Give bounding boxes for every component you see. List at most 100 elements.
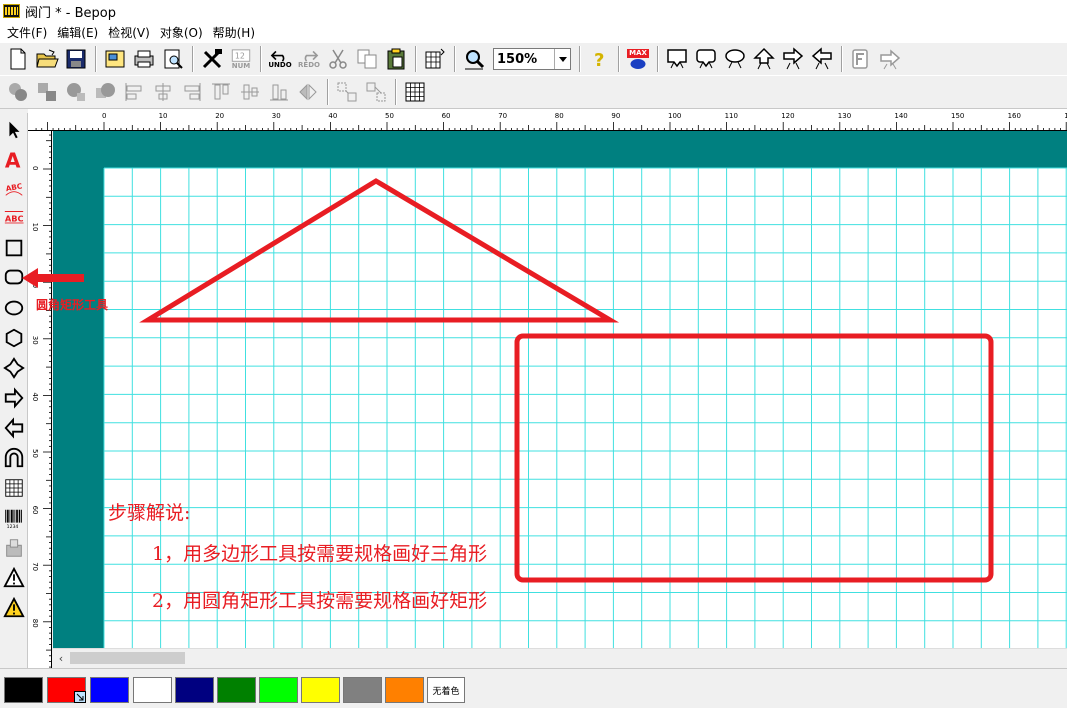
color-swatch-lime[interactable]: [259, 677, 298, 703]
undo-button[interactable]: UNDO: [266, 45, 294, 73]
barcode-tool[interactable]: 1234: [2, 505, 26, 531]
align-bottom-button[interactable]: [265, 78, 293, 106]
new-file-button[interactable]: [4, 45, 32, 73]
copy-button[interactable]: [353, 45, 381, 73]
ruler-label: 50: [385, 112, 394, 120]
table-button[interactable]: [401, 78, 429, 106]
print-preview-button[interactable]: [159, 45, 187, 73]
ruler-label: 60: [442, 112, 451, 120]
horizontal-scrollbar[interactable]: ‹: [53, 648, 1067, 666]
cut-shape-round-button[interactable]: [692, 45, 720, 73]
align-top-button[interactable]: [207, 78, 235, 106]
right-arrow-tool[interactable]: [2, 385, 26, 411]
help-button[interactable]: ?: [585, 45, 613, 73]
color-swatch-yellow[interactable]: [301, 677, 340, 703]
tools-button[interactable]: [198, 45, 226, 73]
polygon-tool[interactable]: [2, 325, 26, 351]
no-color-swatch[interactable]: 无着色: [427, 677, 465, 703]
color-swatch-blue[interactable]: [90, 677, 129, 703]
menu-edit[interactable]: 编辑(E): [54, 24, 105, 41]
template-button[interactable]: [101, 45, 129, 73]
octagon-tool[interactable]: [2, 355, 26, 381]
ellipse-tool[interactable]: [2, 295, 26, 321]
flip-button[interactable]: [294, 78, 322, 106]
scroll-left-icon[interactable]: ‹: [53, 650, 69, 666]
max-button[interactable]: MAX: [624, 45, 652, 73]
ruler-label: 120: [781, 112, 794, 120]
open-file-button[interactable]: [33, 45, 61, 73]
text-a-icon: A: [5, 148, 21, 170]
numbering-icon: 12: [231, 48, 251, 62]
cut-button[interactable]: [324, 45, 352, 73]
shape-cloud-cut-icon: [725, 49, 745, 69]
align-right-button[interactable]: [178, 78, 206, 106]
warning-symbol-tool[interactable]: [2, 565, 26, 591]
octagon-icon: [3, 357, 25, 379]
canvas-svg[interactable]: [53, 131, 1067, 648]
step-2-text: 2，用圆角矩形工具按需要规格画好矩形: [152, 590, 488, 612]
table-tool[interactable]: [2, 475, 26, 501]
ruler-label: 140: [894, 112, 907, 120]
numbering-button[interactable]: 12 NUM: [227, 45, 255, 73]
image-tool[interactable]: [2, 535, 26, 561]
window-title: 阀门 * - Bepop: [25, 5, 116, 21]
paste-button[interactable]: [382, 45, 410, 73]
align-bottom-icon: [270, 84, 288, 101]
font-f-icon: [852, 49, 868, 69]
text-tool[interactable]: A: [2, 146, 26, 172]
color-swatch-gray[interactable]: [343, 677, 382, 703]
color-swatch-black[interactable]: [4, 677, 43, 703]
vertical-text-tool[interactable]: ABC: [2, 204, 26, 230]
warning-color-tool[interactable]: [2, 595, 26, 621]
image-import-icon: [6, 539, 22, 557]
align-top-icon: [212, 83, 230, 100]
print-setup-button[interactable]: [130, 45, 158, 73]
arc-text-tool[interactable]: ABC: [2, 175, 26, 201]
right-arrow-shape-icon: [4, 387, 24, 409]
zoom-select[interactable]: 150%: [493, 48, 571, 70]
redo-button[interactable]: REDO: [295, 45, 323, 73]
font-button[interactable]: [847, 45, 875, 73]
scroll-thumb[interactable]: [70, 652, 185, 664]
cut-shape-cloud-button[interactable]: [721, 45, 749, 73]
menu-file[interactable]: 文件(F): [4, 24, 54, 41]
menu-help[interactable]: 帮助(H): [210, 24, 262, 41]
ungroup-button[interactable]: [33, 78, 61, 106]
toolbar-separator: [841, 46, 843, 72]
chevron-down-icon[interactable]: [554, 49, 570, 69]
color-swatch-green[interactable]: [217, 677, 256, 703]
app-icon: [3, 4, 20, 18]
drawing-canvas[interactable]: [53, 131, 1067, 648]
color-swatch-navy[interactable]: [175, 677, 214, 703]
menu-object[interactable]: 对象(O): [157, 24, 210, 41]
new-file-icon: [10, 48, 26, 70]
export-button[interactable]: [876, 45, 904, 73]
bring-front-button[interactable]: [62, 78, 90, 106]
warning-yellow-icon: [3, 597, 25, 618]
zoom-button[interactable]: [460, 45, 488, 73]
menu-view[interactable]: 检视(V): [105, 24, 157, 41]
send-back-button[interactable]: [91, 78, 119, 106]
cut-shape-left-arrow-button[interactable]: [808, 45, 836, 73]
color-swatch-white[interactable]: [133, 677, 172, 703]
align-left-button[interactable]: [120, 78, 148, 106]
align-center-h-button[interactable]: [149, 78, 177, 106]
left-arrow-tool[interactable]: [2, 415, 26, 441]
vertical-ruler: 01020304050607080: [28, 131, 52, 668]
cut-shape-right-arrow-button[interactable]: [779, 45, 807, 73]
grid-settings-button[interactable]: [421, 45, 449, 73]
distribute-button[interactable]: [333, 78, 361, 106]
cut-shape-square-button[interactable]: [663, 45, 691, 73]
select-tool[interactable]: [2, 117, 26, 143]
align-center-v-button[interactable]: [236, 78, 264, 106]
arch-tool[interactable]: [2, 445, 26, 471]
cut-shape-up-arrow-button[interactable]: [750, 45, 778, 73]
svg-text:1234: 1234: [7, 524, 19, 529]
ruler-label: 40: [31, 392, 39, 401]
svg-text:A: A: [5, 148, 21, 170]
group-button[interactable]: [4, 78, 32, 106]
save-button[interactable]: [62, 45, 90, 73]
rectangle-tool[interactable]: [2, 235, 26, 261]
same-size-button[interactable]: [362, 78, 390, 106]
color-swatch-orange[interactable]: [385, 677, 424, 703]
